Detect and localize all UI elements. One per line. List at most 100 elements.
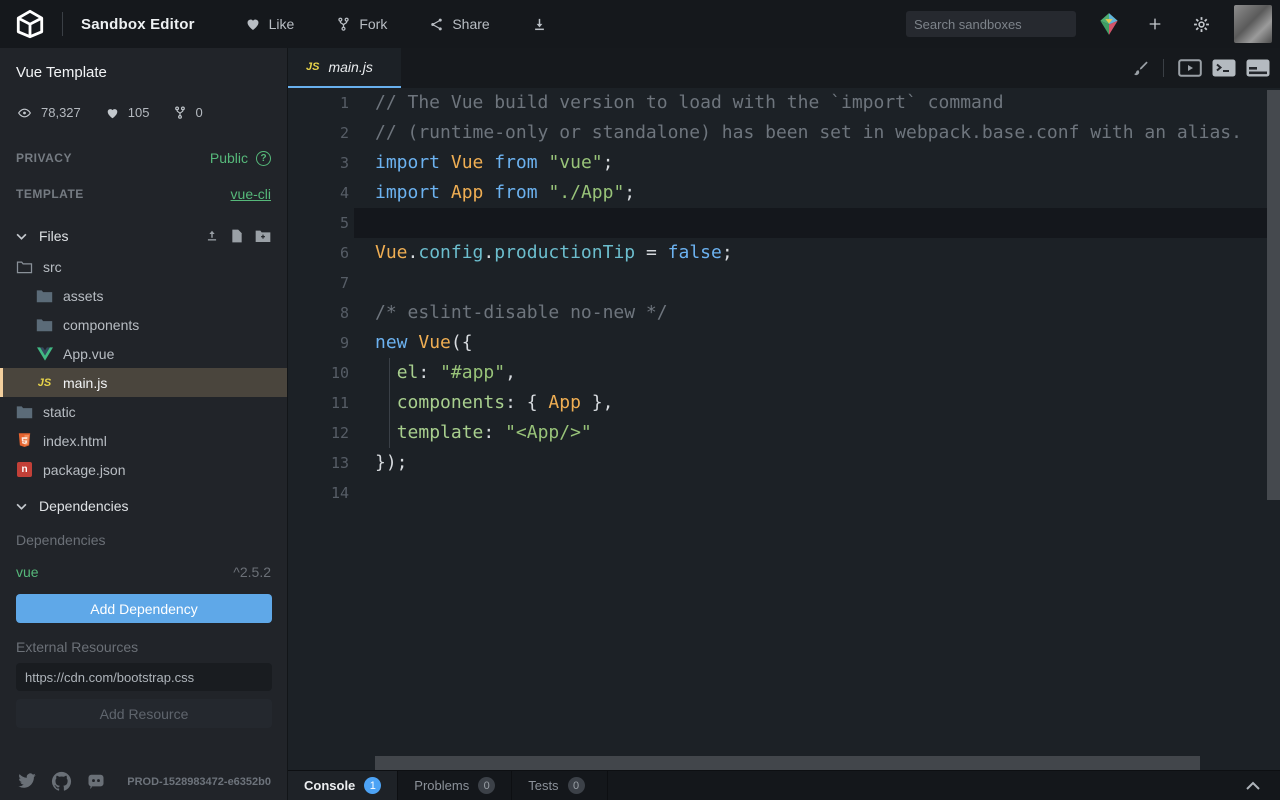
horizontal-scrollbar-thumb[interactable] [375,756,1200,770]
chevron-down-icon [16,503,27,510]
folder-icon [36,289,53,303]
gem-icon [1096,11,1122,37]
app-title: Sandbox Editor [81,16,195,33]
js-icon: JS [306,61,319,73]
layout-toggle[interactable] [1246,59,1270,77]
file-label: App.vue [63,346,114,362]
console-toggle[interactable] [1212,59,1236,77]
fork-icon [336,16,351,32]
codesandbox-logo[interactable] [14,8,46,40]
file-item-assets[interactable]: assets [0,281,287,310]
dependencies-section-header[interactable]: Dependencies [0,498,287,514]
code-line: 3import Vue from "vue"; [288,148,1267,178]
preview-toggle[interactable] [1178,59,1202,77]
build-id: PROD-1528983472-e6352b0 [127,776,271,788]
console-bar: Console 1 Problems 0 Tests 0 [288,770,1280,800]
code-line: 10 el: "#app", [288,358,1267,388]
file-label: components [63,317,139,333]
code-line: 4import App from "./App"; [288,178,1267,208]
template-row: TEMPLATE vue-cli [0,186,287,202]
problems-badge: 0 [478,777,495,794]
discord-icon[interactable] [85,771,107,791]
resource-url-input[interactable] [16,663,272,691]
twitter-icon[interactable] [16,771,38,790]
code-line: 7 [288,268,1267,298]
line-number: 5 [288,208,349,238]
tab-tests[interactable]: Tests 0 [512,771,608,800]
search-input[interactable] [914,17,1090,32]
js-icon: JS [36,377,53,389]
new-sandbox-button[interactable] [1142,11,1168,37]
user-avatar[interactable] [1234,5,1272,43]
file-item-src[interactable]: src [0,252,287,281]
export-button[interactable] [532,17,547,32]
add-resource-button[interactable]: Add Resource [16,699,272,728]
dependencies-header-label: Dependencies [39,498,129,514]
add-dependency-button[interactable]: Add Dependency [16,594,272,623]
file-item-main-js[interactable]: JS main.js [0,368,287,397]
eye-icon [16,106,33,120]
sandbox-stats: 78,327 105 0 [0,81,287,120]
dependency-version: ^2.5.2 [233,564,271,580]
file-tree: src assets components App.vue JS main.js… [0,252,287,484]
vue-logo-icon [36,347,53,361]
file-label: static [43,404,76,420]
views-stat: 78,327 [16,105,81,120]
template-label: TEMPLATE [16,187,84,201]
fork-button[interactable]: Fork [336,16,387,32]
tab-problems[interactable]: Problems 0 [398,771,512,800]
html5-icon [16,433,33,448]
views-count: 78,327 [41,105,81,120]
paintbrush-icon [1132,60,1149,77]
upload-icon[interactable] [205,229,219,243]
sandbox-title: Vue Template [0,48,287,81]
chevron-down-icon [16,233,27,240]
code-line: 5 [288,208,1267,238]
code-line: 14 [288,478,1267,508]
github-icon[interactable] [51,771,72,792]
console-badge: 1 [364,777,381,794]
patron-gem-icon[interactable] [1096,11,1122,37]
dependency-row-vue[interactable]: vue ^2.5.2 [0,548,287,580]
code-editor[interactable]: 1// The Vue build version to load with t… [288,88,1267,756]
folder-open-icon [16,260,33,274]
gear-icon [1193,16,1210,33]
code-line: 8/* eslint-disable no-new */ [288,298,1267,328]
line-number: 7 [288,268,349,298]
tab-main-js[interactable]: JS main.js [288,48,401,88]
file-label: package.json [43,462,126,478]
tests-tab-label: Tests [528,778,558,793]
tab-label: main.js [328,59,372,75]
files-section-header[interactable]: Files [0,228,287,244]
prettier-button[interactable] [1132,60,1149,77]
new-folder-icon[interactable] [255,229,271,243]
file-label: index.html [43,433,107,449]
file-item-components[interactable]: components [0,310,287,339]
privacy-value: Public [210,150,248,166]
problems-tab-label: Problems [414,778,469,793]
new-file-icon[interactable] [231,229,243,243]
files-header-label: Files [39,228,69,244]
heart-icon [105,106,120,120]
like-button[interactable]: Like [245,16,295,32]
share-button[interactable]: Share [429,16,489,32]
code-line: 13}); [288,448,1267,478]
tab-console[interactable]: Console 1 [288,771,398,800]
likes-count: 105 [128,105,150,120]
search-box [906,11,1076,37]
settings-button[interactable] [1188,11,1214,37]
file-item-app-vue[interactable]: App.vue [0,339,287,368]
template-link[interactable]: vue-cli [231,186,271,202]
topbar-divider [62,12,63,36]
help-icon[interactable]: ? [256,151,271,166]
file-label: main.js [63,375,107,391]
file-item-package-json[interactable]: n package.json [0,455,287,484]
forks-count: 0 [195,105,202,120]
like-label: Like [269,16,295,32]
external-resources-label: External Resources [0,623,287,655]
code-line: 12 template: "<App/>" [288,418,1267,448]
file-item-static[interactable]: static [0,397,287,426]
vertical-scrollbar-thumb[interactable] [1267,90,1280,500]
file-item-index-html[interactable]: index.html [0,426,287,455]
collapse-console-button[interactable] [1246,771,1280,800]
